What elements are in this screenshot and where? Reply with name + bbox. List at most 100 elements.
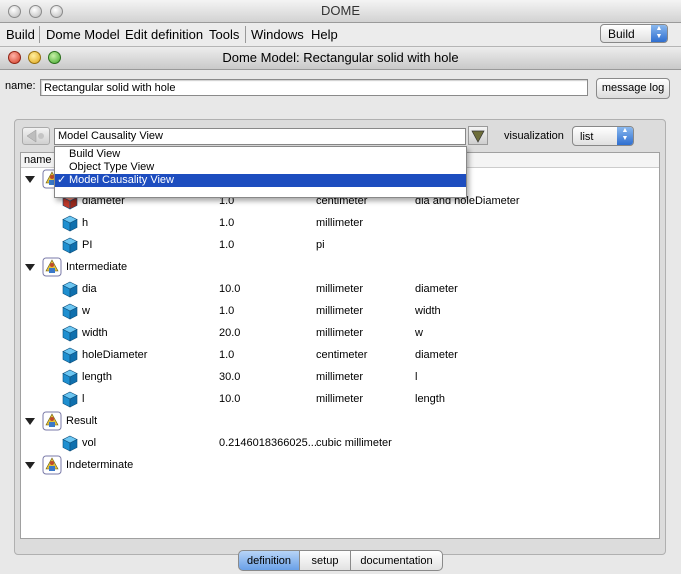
parameter-unit: pi	[316, 239, 325, 251]
back-arrow-icon	[26, 129, 44, 143]
parameter-unit: millimeter	[316, 283, 364, 295]
parameter-name: l	[82, 393, 85, 405]
parameter-name: dia	[82, 283, 97, 295]
parameter-value[interactable]: 0.2146018366025...	[219, 432, 317, 454]
group-row[interactable]: Result	[21, 410, 659, 432]
group-name: Intermediate	[66, 261, 128, 273]
view-select[interactable]: Model Causality View	[54, 128, 466, 145]
mode-select-value: Build	[608, 27, 635, 41]
mode-select[interactable]: Build ▲ ▼	[600, 24, 668, 43]
menu-tools[interactable]: Tools	[205, 23, 243, 46]
table-row[interactable]: dia 10.0 millimeter diameter	[21, 278, 659, 300]
window-close-icon[interactable]	[8, 51, 21, 64]
parameter-causality: diameter	[415, 349, 458, 361]
parameter-causality: diameter	[415, 283, 458, 295]
window-title: Dome Model: Rectangular solid with hole	[222, 50, 459, 65]
parameter-name: holeDiameter	[82, 349, 148, 361]
expand-triangle-icon[interactable]	[25, 418, 35, 425]
view-dropdown-button[interactable]	[468, 126, 488, 145]
view-option-label: Object Type View	[69, 161, 155, 173]
message-log-button[interactable]: message log	[596, 78, 670, 99]
parameter-cube-icon	[62, 347, 78, 364]
window-minimize-icon[interactable]	[28, 51, 41, 64]
view-option-label: Model Causality View	[69, 174, 174, 186]
menu-separator	[245, 26, 246, 43]
menu-edit-definition[interactable]: Edit definition	[121, 23, 207, 46]
parameter-cube-icon	[62, 325, 78, 342]
parameter-unit: millimeter	[316, 393, 364, 405]
menu-build[interactable]: Build	[2, 23, 39, 46]
name-input[interactable]: Rectangular solid with hole	[40, 79, 588, 96]
parameter-causality: length	[415, 393, 445, 405]
expand-triangle-icon[interactable]	[25, 264, 35, 271]
minimize-icon[interactable]	[29, 5, 42, 18]
parameter-value[interactable]: 1.0	[219, 300, 234, 322]
parameter-name: width	[82, 327, 108, 339]
window-title-bar: Dome Model: Rectangular solid with hole	[0, 47, 681, 70]
parameter-table: name diameter 1.0 centimeter dia and holeDi…	[20, 152, 660, 539]
app-title: DOME	[321, 3, 360, 18]
parameter-unit: millimeter	[316, 305, 364, 317]
name-label: name:	[5, 80, 36, 92]
causality-group-icon	[42, 257, 62, 280]
parameter-value[interactable]: 10.0	[219, 278, 240, 300]
expand-triangle-icon[interactable]	[25, 462, 35, 469]
parameter-name: vol	[82, 437, 97, 449]
menu-windows[interactable]: Windows	[247, 23, 308, 46]
group-row[interactable]: Intermediate	[21, 256, 659, 278]
parameter-value[interactable]: 1.0	[219, 344, 234, 366]
parameter-cube-icon	[62, 281, 78, 298]
visualization-label: visualization	[504, 130, 564, 142]
table-row[interactable]: w 1.0 millimeter width	[21, 300, 659, 322]
menu-separator	[39, 26, 40, 43]
table-row[interactable]: holeDiameter 1.0 centimeter diameter	[21, 344, 659, 366]
group-row[interactable]: Indeterminate	[21, 454, 659, 476]
window-zoom-icon[interactable]	[48, 51, 61, 64]
parameter-value[interactable]: 20.0	[219, 322, 240, 344]
tab-label: definition	[246, 555, 292, 567]
parameter-causality: l	[415, 371, 418, 383]
table-row[interactable]: PI 1.0 pi	[21, 234, 659, 256]
parameter-value[interactable]: 30.0	[219, 366, 240, 388]
parameter-cube-icon	[62, 391, 78, 408]
table-row[interactable]: vol 0.2146018366025... cubic millimeter	[21, 432, 659, 454]
parameter-value[interactable]: 1.0	[219, 234, 234, 256]
visualization-select[interactable]: list ▲ ▼	[572, 126, 634, 146]
expand-triangle-icon[interactable]	[25, 176, 35, 183]
parameter-causality: w	[415, 327, 423, 339]
parameter-cube-icon	[62, 435, 78, 452]
tab-setup[interactable]: setup	[299, 550, 351, 571]
parameter-value[interactable]: 1.0	[219, 212, 234, 234]
parameter-name: w	[82, 305, 90, 317]
visualization-value: list	[580, 131, 594, 143]
parameter-name: length	[82, 371, 112, 383]
view-option-build[interactable]: Build View	[55, 148, 466, 161]
table-row[interactable]: h 1.0 millimeter	[21, 212, 659, 234]
menu-help[interactable]: Help	[307, 23, 342, 46]
table-row[interactable]: l 10.0 millimeter length	[21, 388, 659, 410]
causality-group-icon	[42, 411, 62, 434]
app-title-bar: DOME	[0, 0, 681, 23]
parameter-value[interactable]: 10.0	[219, 388, 240, 410]
parameter-cube-icon	[62, 369, 78, 386]
updown-arrow-icon: ▲ ▼	[617, 127, 633, 145]
view-option-model-causality[interactable]: ✓ Model Causality View	[55, 174, 466, 187]
tab-label: documentation	[360, 555, 433, 567]
zoom-icon[interactable]	[50, 5, 63, 18]
checkmark-icon: ✓	[57, 174, 67, 186]
table-row[interactable]: length 30.0 millimeter l	[21, 366, 659, 388]
back-button[interactable]	[22, 127, 50, 145]
parameter-unit: millimeter	[316, 371, 364, 383]
menu-dome-model[interactable]: Dome Model	[42, 23, 124, 46]
tab-documentation[interactable]: documentation	[350, 550, 443, 571]
close-icon[interactable]	[8, 5, 21, 18]
tab-definition[interactable]: definition	[238, 550, 300, 571]
table-row[interactable]: width 20.0 millimeter w	[21, 322, 659, 344]
dropdown-arrow-icon	[471, 130, 485, 143]
parameter-cube-icon	[62, 237, 78, 254]
column-header-name: name	[24, 154, 52, 166]
updown-arrow-icon: ▲ ▼	[651, 25, 667, 42]
view-option-object-type[interactable]: Object Type View	[55, 161, 466, 174]
parameter-unit: centimeter	[316, 349, 368, 361]
group-name: Result	[66, 415, 98, 427]
